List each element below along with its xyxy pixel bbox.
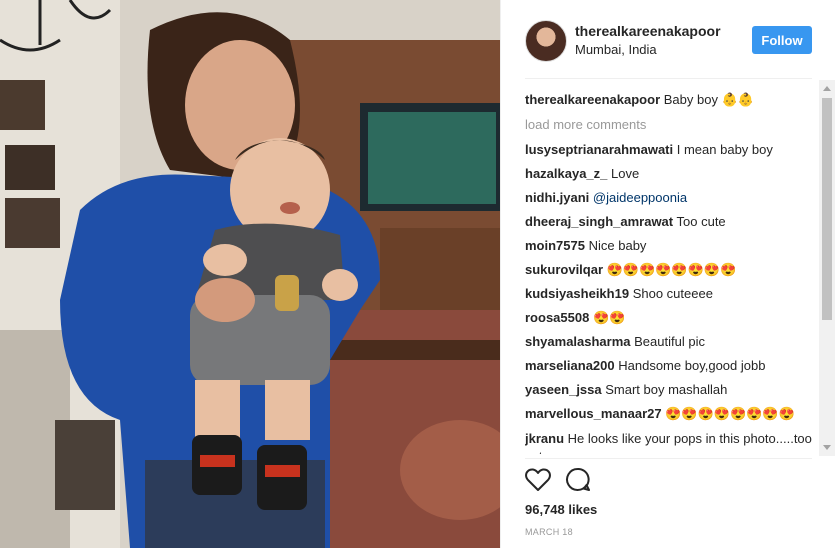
- divider: [525, 458, 812, 459]
- load-more-comments-link[interactable]: load more comments: [525, 113, 815, 137]
- comment-text: Nice baby: [588, 238, 647, 253]
- comment-username[interactable]: moin7575: [525, 238, 585, 253]
- comment-text: 😍😍😍😍😍😍😍😍: [606, 262, 737, 277]
- comment-text: 😍😍: [592, 310, 626, 325]
- post-location[interactable]: Mumbai, India: [575, 42, 657, 57]
- photo-illustration: [0, 0, 500, 548]
- comment-username[interactable]: lusyseptrianarahmawati: [525, 142, 673, 157]
- comments-list: therealkareenakapoor Baby boy 👶👶 load mo…: [525, 88, 815, 454]
- comment-username[interactable]: roosa5508: [525, 310, 589, 325]
- comment-item: jkranu He looks like your pops in this p…: [525, 426, 815, 454]
- caption: therealkareenakapoor Baby boy 👶👶: [525, 88, 815, 112]
- comment-text: Beautiful pic: [634, 334, 705, 349]
- comment-username[interactable]: marvellous_manaar27: [525, 406, 662, 421]
- post-username[interactable]: therealkareenakapoor: [575, 23, 721, 39]
- caption-username[interactable]: therealkareenakapoor: [525, 92, 660, 107]
- comment-item: shyamalasharma Beautiful pic: [525, 330, 815, 354]
- comment-username[interactable]: hazalkaya_z_: [525, 166, 607, 181]
- comment-item: moin7575 Nice baby: [525, 234, 815, 258]
- comment-text: Love: [611, 166, 640, 181]
- comment-username[interactable]: sukurovilqar: [525, 262, 603, 277]
- comment-item: dheeraj_singh_amrawat Too cute: [525, 210, 815, 234]
- likes-count[interactable]: 96,748 likes: [525, 502, 597, 517]
- comment-text: 😍😍😍😍😍😍😍😍: [665, 406, 795, 421]
- comment-username[interactable]: yaseen_jssa: [525, 382, 602, 397]
- scroll-down-arrow-icon[interactable]: [823, 445, 831, 450]
- comment-icon[interactable]: [565, 467, 591, 493]
- comment-item: hazalkaya_z_ Love: [525, 162, 815, 186]
- caption-text: Baby boy 👶👶: [663, 92, 754, 107]
- comment-text: I mean baby boy: [676, 142, 773, 157]
- comment-item: roosa5508 😍😍: [525, 306, 815, 330]
- post-photo[interactable]: [0, 0, 500, 548]
- comment-username[interactable]: dheeraj_singh_amrawat: [525, 214, 673, 229]
- divider: [525, 78, 812, 79]
- comment-text: Handsome boy,good jobb: [618, 358, 766, 373]
- comments-scrollbar[interactable]: [819, 80, 835, 456]
- comment-text: Shoo cuteeee: [632, 286, 713, 301]
- comment-item: lusyseptrianarahmawati I mean baby boy: [525, 138, 815, 162]
- comment-username[interactable]: marseliana200: [525, 358, 615, 373]
- comment-username[interactable]: nidhi.jyani: [525, 190, 589, 205]
- follow-button[interactable]: Follow: [752, 26, 812, 54]
- comment-item: nidhi.jyani @jaideeppoonia: [525, 186, 815, 210]
- comment-text: Too cute: [676, 214, 726, 229]
- comment-item: kudsiyasheikh19 Shoo cuteeee: [525, 282, 815, 306]
- post-side-panel: therealkareenakapoor Mumbai, India Follo…: [500, 0, 835, 548]
- comment-item: marvellous_manaar27 😍😍😍😍😍😍😍😍: [525, 402, 815, 426]
- comment-text: Smart boy mashallah: [605, 382, 728, 397]
- avatar[interactable]: [525, 20, 567, 62]
- post-date[interactable]: MARCH 18: [525, 527, 573, 537]
- comment-mention-link[interactable]: @jaideeppoonia: [593, 190, 687, 205]
- comment-item: sukurovilqar 😍😍😍😍😍😍😍😍: [525, 258, 815, 282]
- comment-username[interactable]: kudsiyasheikh19: [525, 286, 629, 301]
- comment-username[interactable]: shyamalasharma: [525, 334, 631, 349]
- post-header: therealkareenakapoor Mumbai, India Follo…: [525, 18, 812, 62]
- heart-icon[interactable]: [525, 468, 551, 492]
- comment-username[interactable]: jkranu: [525, 431, 564, 446]
- scrollbar-thumb[interactable]: [822, 98, 832, 320]
- scroll-up-arrow-icon[interactable]: [823, 86, 831, 91]
- comment-item: marseliana200 Handsome boy,good jobb: [525, 354, 815, 378]
- comment-text: He looks like your pops in this photo...…: [525, 431, 812, 454]
- comment-item: yaseen_jssa Smart boy mashallah: [525, 378, 815, 402]
